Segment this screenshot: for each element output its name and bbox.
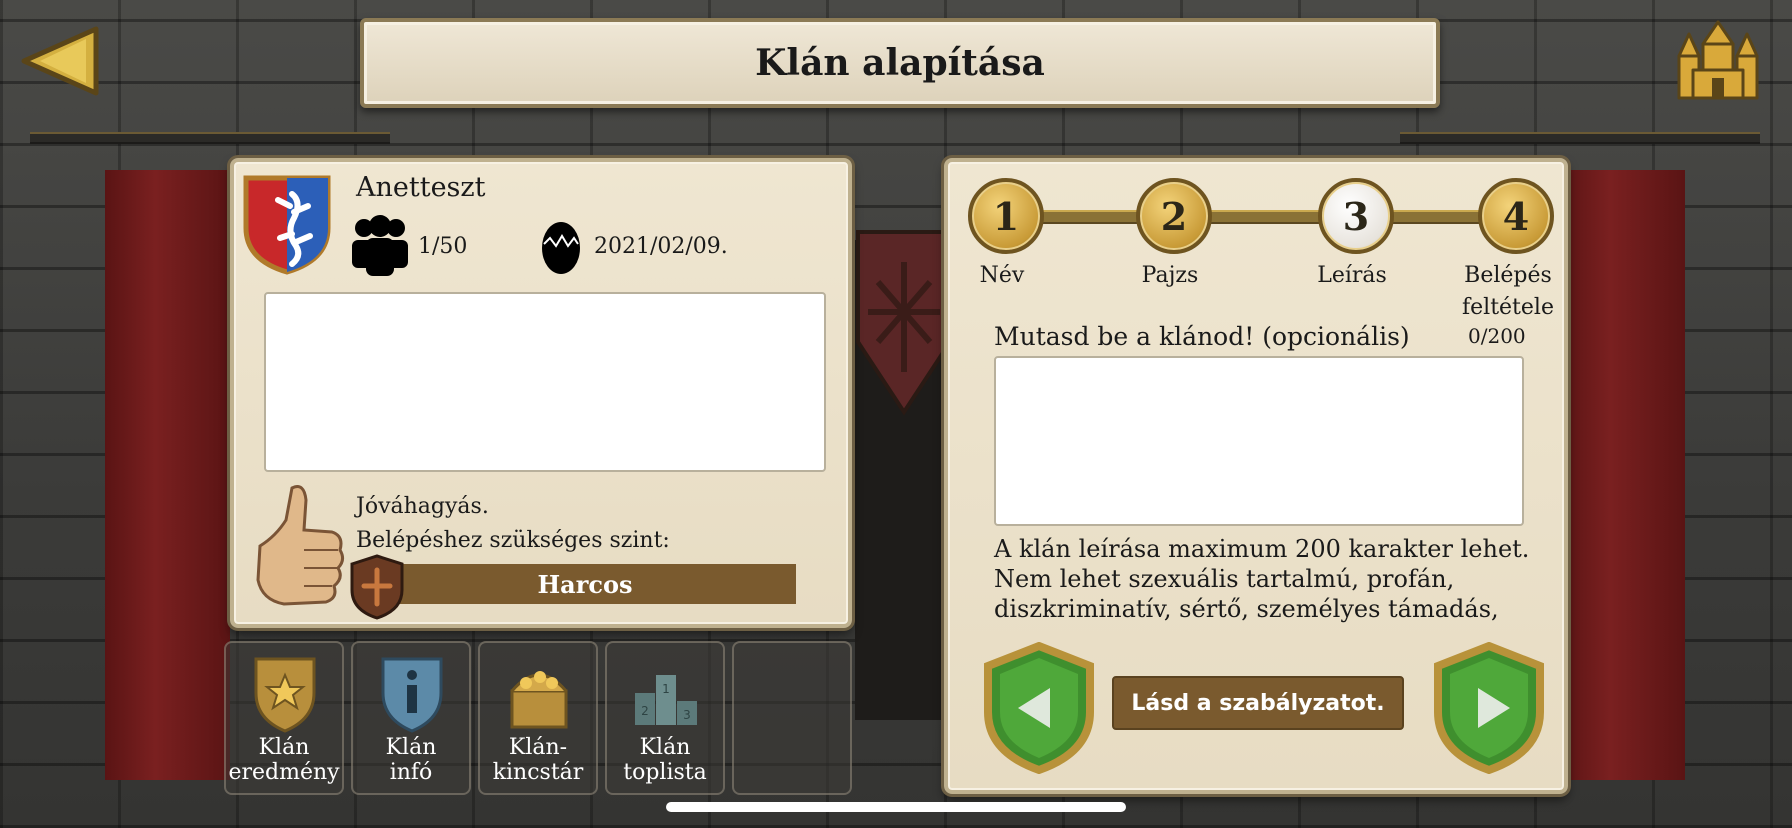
tab-clan-leaderboard[interactable]: 2 1 3 Klán toplista: [605, 641, 725, 795]
podium-icon: 2 1 3: [635, 675, 697, 725]
back-arrow-icon[interactable]: [20, 25, 100, 97]
step-3-label: Leírás: [1317, 263, 1387, 288]
tab-label-line1: Klán-: [508, 735, 568, 760]
step-1-button[interactable]: 1: [968, 178, 1044, 254]
description-rules-text: A klán leírása maximum 200 karakter lehe…: [994, 535, 1530, 623]
left-curtain-rail: [30, 132, 390, 144]
step-4-button[interactable]: 4: [1478, 178, 1554, 254]
title-banner: Klán alapítása: [360, 18, 1440, 108]
clan-description-input[interactable]: [994, 356, 1524, 526]
tab-clan-treasury[interactable]: Klán- kincstár: [478, 641, 598, 795]
treasure-chest-icon: [510, 671, 568, 729]
clan-name: Anetteszt: [356, 172, 486, 203]
step-3-button[interactable]: 3: [1318, 178, 1394, 254]
step-4-label: Belépés feltétele: [1462, 263, 1554, 320]
description-label: Mutasd be a klánod! (opcionális): [994, 322, 1410, 351]
right-curtain: [1560, 170, 1685, 780]
entry-level-bar: Harcos: [374, 564, 796, 604]
egg-icon: [542, 222, 580, 274]
entry-level-value: Harcos: [537, 569, 633, 599]
home-indicator[interactable]: [666, 802, 1126, 812]
founded-date: 2021/02/09.: [594, 234, 728, 259]
castle-icon[interactable]: [1673, 20, 1763, 102]
clan-preview-panel: Anetteszt 1/50 2021/02/09. Jóváhagyás. B…: [230, 158, 852, 628]
tab-label-line2: toplista: [623, 760, 707, 785]
thumbs-up-icon: [256, 485, 345, 606]
left-curtain: [105, 170, 230, 780]
character-counter: 0/200: [1468, 324, 1526, 348]
tab-label-line2: kincstár: [492, 760, 584, 785]
tab-label-line1: Klán: [258, 735, 310, 760]
tab-label-line2: infó: [389, 760, 433, 785]
tab-clan-info[interactable]: Klán infó: [351, 641, 471, 795]
entry-level-label: Belépéshez szükséges szint:: [356, 528, 670, 553]
step-number: 2: [1160, 193, 1188, 239]
step-2-label: Pajzs: [1141, 263, 1199, 288]
members-count: 1/50: [418, 234, 468, 259]
clan-setup-wizard-panel: 1 2 3 4 Név Pajzs Leírás Belépés feltéte…: [944, 158, 1568, 794]
tab-label-line1: Klán: [385, 735, 437, 760]
tab-label-line2: eredmény: [228, 760, 340, 785]
tab-clan-results[interactable]: Klán eredmény: [224, 641, 344, 795]
svg-text:2: 2: [641, 704, 649, 718]
step-number: 3: [1342, 193, 1370, 239]
next-step-button[interactable]: [1428, 642, 1550, 774]
step-number: 4: [1502, 193, 1530, 239]
members-icon: [352, 215, 408, 276]
step-1-label: Név: [979, 263, 1025, 288]
page-title: Klán alapítása: [755, 42, 1045, 84]
step-2-button[interactable]: 2: [1136, 178, 1212, 254]
svg-text:1: 1: [662, 682, 670, 696]
tab-label-line1: Klán: [639, 735, 691, 760]
clan-description-preview: [264, 292, 826, 472]
star-shield-icon: [254, 657, 316, 733]
right-curtain-rail: [1400, 132, 1760, 144]
previous-step-button[interactable]: [978, 642, 1100, 774]
info-shield-icon: [381, 657, 443, 733]
step-progress-line: [1004, 210, 1504, 224]
tab-empty-slot: [732, 641, 852, 795]
svg-text:3: 3: [683, 708, 691, 722]
clan-shield-lizard-icon: [243, 175, 331, 275]
step-number: 1: [992, 193, 1020, 239]
view-rules-button[interactable]: Lásd a szabályzatot.: [1112, 676, 1404, 730]
approval-text: Jóváhagyás.: [356, 494, 489, 519]
warrior-rank-shield-icon: [350, 554, 404, 620]
